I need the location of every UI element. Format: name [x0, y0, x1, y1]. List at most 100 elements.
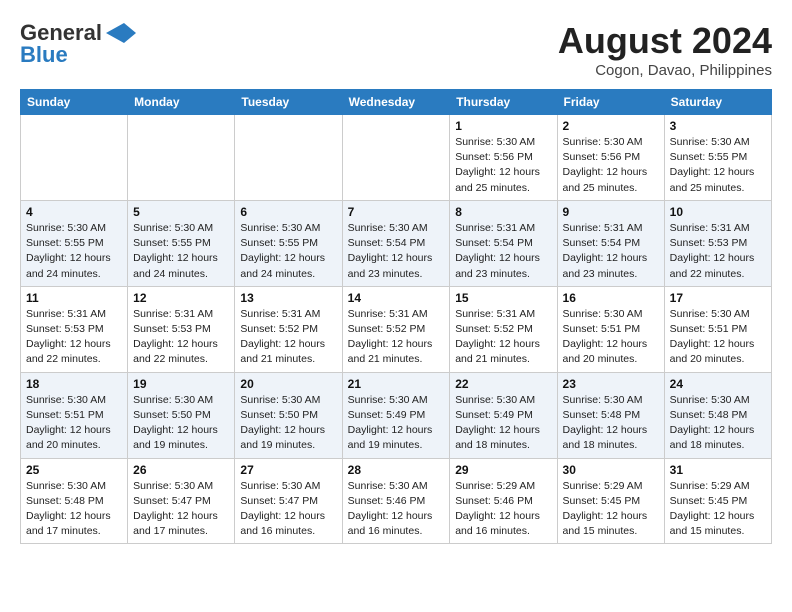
- calendar-cell: [128, 115, 235, 201]
- calendar-cell: 20 Sunrise: 5:30 AM Sunset: 5:50 PM Dayli…: [235, 372, 342, 458]
- day-number: 3: [670, 119, 766, 133]
- calendar-cell: 30 Sunrise: 5:29 AM Sunset: 5:45 PM Dayli…: [557, 458, 664, 544]
- day-info: Sunrise: 5:30 AM Sunset: 5:56 PM Dayligh…: [455, 135, 551, 196]
- day-info: Sunrise: 5:30 AM Sunset: 5:49 PM Dayligh…: [455, 393, 551, 454]
- day-number: 15: [455, 291, 551, 305]
- day-info: Sunrise: 5:31 AM Sunset: 5:53 PM Dayligh…: [670, 221, 766, 282]
- day-info: Sunrise: 5:31 AM Sunset: 5:52 PM Dayligh…: [455, 307, 551, 368]
- day-number: 30: [563, 463, 659, 477]
- day-info: Sunrise: 5:30 AM Sunset: 5:55 PM Dayligh…: [240, 221, 336, 282]
- day-info: Sunrise: 5:30 AM Sunset: 5:49 PM Dayligh…: [348, 393, 445, 454]
- day-info: Sunrise: 5:29 AM Sunset: 5:45 PM Dayligh…: [563, 479, 659, 540]
- calendar-cell: 31Sunrise: 5:29 AM Sunset: 5:45 PM Dayli…: [664, 458, 771, 544]
- day-info: Sunrise: 5:31 AM Sunset: 5:52 PM Dayligh…: [240, 307, 336, 368]
- day-info: Sunrise: 5:31 AM Sunset: 5:54 PM Dayligh…: [563, 221, 659, 282]
- calendar-cell: 2 Sunrise: 5:30 AM Sunset: 5:56 PM Daylig…: [557, 115, 664, 201]
- day-number: 1: [455, 119, 551, 133]
- calendar-cell: 16 Sunrise: 5:30 AM Sunset: 5:51 PM Dayli…: [557, 286, 664, 372]
- day-number: 28: [348, 463, 445, 477]
- day-number: 18: [26, 377, 122, 391]
- calendar-cell: 13 Sunrise: 5:31 AM Sunset: 5:52 PM Dayli…: [235, 286, 342, 372]
- day-number: 7: [348, 205, 445, 219]
- day-info: Sunrise: 5:30 AM Sunset: 5:56 PM Dayligh…: [563, 135, 659, 196]
- calendar-cell: 21 Sunrise: 5:30 AM Sunset: 5:49 PM Dayli…: [342, 372, 450, 458]
- calendar-cell: 6Sunrise: 5:30 AM Sunset: 5:55 PM Daylig…: [235, 200, 342, 286]
- calendar-cell: 28 Sunrise: 5:30 AM Sunset: 5:46 PM Dayli…: [342, 458, 450, 544]
- day-number: 21: [348, 377, 445, 391]
- calendar-cell: 19Sunrise: 5:30 AM Sunset: 5:50 PM Dayli…: [128, 372, 235, 458]
- day-number: 27: [240, 463, 336, 477]
- day-number: 4: [26, 205, 122, 219]
- logo: General Blue: [20, 20, 136, 68]
- day-number: 11: [26, 291, 122, 305]
- calendar-cell: 27 Sunrise: 5:30 AM Sunset: 5:47 PM Dayli…: [235, 458, 342, 544]
- day-number: 23: [563, 377, 659, 391]
- day-number: 16: [563, 291, 659, 305]
- day-info: Sunrise: 5:30 AM Sunset: 5:48 PM Dayligh…: [563, 393, 659, 454]
- calendar-cell: 7 Sunrise: 5:30 AM Sunset: 5:54 PM Daylig…: [342, 200, 450, 286]
- calendar-cell: 23 Sunrise: 5:30 AM Sunset: 5:48 PM Dayli…: [557, 372, 664, 458]
- calendar-cell: 4 Sunrise: 5:30 AM Sunset: 5:55 PM Daylig…: [21, 200, 128, 286]
- day-number: 22: [455, 377, 551, 391]
- logo-text-blue: Blue: [20, 42, 68, 68]
- calendar-header-row: SundayMondayTuesdayWednesdayThursdayFrid…: [21, 90, 772, 115]
- calendar-cell: 25 Sunrise: 5:30 AM Sunset: 5:48 PM Dayli…: [21, 458, 128, 544]
- calendar-cell: 15 Sunrise: 5:31 AM Sunset: 5:52 PM Dayli…: [450, 286, 557, 372]
- calendar-cell: 22 Sunrise: 5:30 AM Sunset: 5:49 PM Dayli…: [450, 372, 557, 458]
- day-info: Sunrise: 5:31 AM Sunset: 5:52 PM Dayligh…: [348, 307, 445, 368]
- day-info: Sunrise: 5:30 AM Sunset: 5:55 PM Dayligh…: [26, 221, 122, 282]
- day-info: Sunrise: 5:30 AM Sunset: 5:54 PM Dayligh…: [348, 221, 445, 282]
- day-number: 26: [133, 463, 229, 477]
- day-number: 29: [455, 463, 551, 477]
- day-number: 13: [240, 291, 336, 305]
- day-number: 31: [670, 463, 766, 477]
- calendar-week-row: 1 Sunrise: 5:30 AM Sunset: 5:56 PM Daylig…: [21, 115, 772, 201]
- month-year-title: August 2024: [558, 20, 772, 62]
- calendar-table: SundayMondayTuesdayWednesdayThursdayFrid…: [20, 89, 772, 544]
- day-info: Sunrise: 5:30 AM Sunset: 5:51 PM Dayligh…: [26, 393, 122, 454]
- calendar-weekday-sunday: Sunday: [21, 90, 128, 115]
- calendar-cell: 5 Sunrise: 5:30 AM Sunset: 5:55 PM Daylig…: [128, 200, 235, 286]
- day-number: 2: [563, 119, 659, 133]
- calendar-cell: [342, 115, 450, 201]
- calendar-cell: 26 Sunrise: 5:30 AM Sunset: 5:47 PM Dayli…: [128, 458, 235, 544]
- day-info: Sunrise: 5:30 AM Sunset: 5:46 PM Dayligh…: [348, 479, 445, 540]
- calendar-week-row: 18 Sunrise: 5:30 AM Sunset: 5:51 PM Dayli…: [21, 372, 772, 458]
- day-info: Sunrise: 5:30 AM Sunset: 5:55 PM Dayligh…: [133, 221, 229, 282]
- day-number: 10: [670, 205, 766, 219]
- day-info: Sunrise: 5:30 AM Sunset: 5:47 PM Dayligh…: [133, 479, 229, 540]
- calendar-week-row: 11 Sunrise: 5:31 AM Sunset: 5:53 PM Dayli…: [21, 286, 772, 372]
- calendar-weekday-tuesday: Tuesday: [235, 90, 342, 115]
- day-number: 9: [563, 205, 659, 219]
- day-number: 17: [670, 291, 766, 305]
- calendar-week-row: 4 Sunrise: 5:30 AM Sunset: 5:55 PM Daylig…: [21, 200, 772, 286]
- calendar-cell: 3Sunrise: 5:30 AM Sunset: 5:55 PM Daylig…: [664, 115, 771, 201]
- day-number: 14: [348, 291, 445, 305]
- calendar-weekday-saturday: Saturday: [664, 90, 771, 115]
- day-info: Sunrise: 5:30 AM Sunset: 5:48 PM Dayligh…: [670, 393, 766, 454]
- day-info: Sunrise: 5:29 AM Sunset: 5:46 PM Dayligh…: [455, 479, 551, 540]
- day-number: 19: [133, 377, 229, 391]
- calendar-week-row: 25 Sunrise: 5:30 AM Sunset: 5:48 PM Dayli…: [21, 458, 772, 544]
- day-info: Sunrise: 5:30 AM Sunset: 5:51 PM Dayligh…: [563, 307, 659, 368]
- day-number: 8: [455, 205, 551, 219]
- day-info: Sunrise: 5:31 AM Sunset: 5:53 PM Dayligh…: [133, 307, 229, 368]
- location-subtitle: Cogon, Davao, Philippines: [558, 62, 772, 79]
- calendar-cell: [235, 115, 342, 201]
- day-number: 20: [240, 377, 336, 391]
- day-info: Sunrise: 5:30 AM Sunset: 5:47 PM Dayligh…: [240, 479, 336, 540]
- calendar-weekday-friday: Friday: [557, 90, 664, 115]
- day-number: 25: [26, 463, 122, 477]
- calendar-weekday-monday: Monday: [128, 90, 235, 115]
- page-header: General Blue August 2024 Cogon, Davao, P…: [20, 20, 772, 79]
- calendar-cell: 14 Sunrise: 5:31 AM Sunset: 5:52 PM Dayli…: [342, 286, 450, 372]
- day-info: Sunrise: 5:30 AM Sunset: 5:48 PM Dayligh…: [26, 479, 122, 540]
- day-number: 5: [133, 205, 229, 219]
- calendar-weekday-wednesday: Wednesday: [342, 90, 450, 115]
- day-number: 12: [133, 291, 229, 305]
- day-info: Sunrise: 5:31 AM Sunset: 5:54 PM Dayligh…: [455, 221, 551, 282]
- calendar-cell: 12 Sunrise: 5:31 AM Sunset: 5:53 PM Dayli…: [128, 286, 235, 372]
- calendar-cell: 18 Sunrise: 5:30 AM Sunset: 5:51 PM Dayli…: [21, 372, 128, 458]
- day-info: Sunrise: 5:31 AM Sunset: 5:53 PM Dayligh…: [26, 307, 122, 368]
- day-info: Sunrise: 5:30 AM Sunset: 5:50 PM Dayligh…: [240, 393, 336, 454]
